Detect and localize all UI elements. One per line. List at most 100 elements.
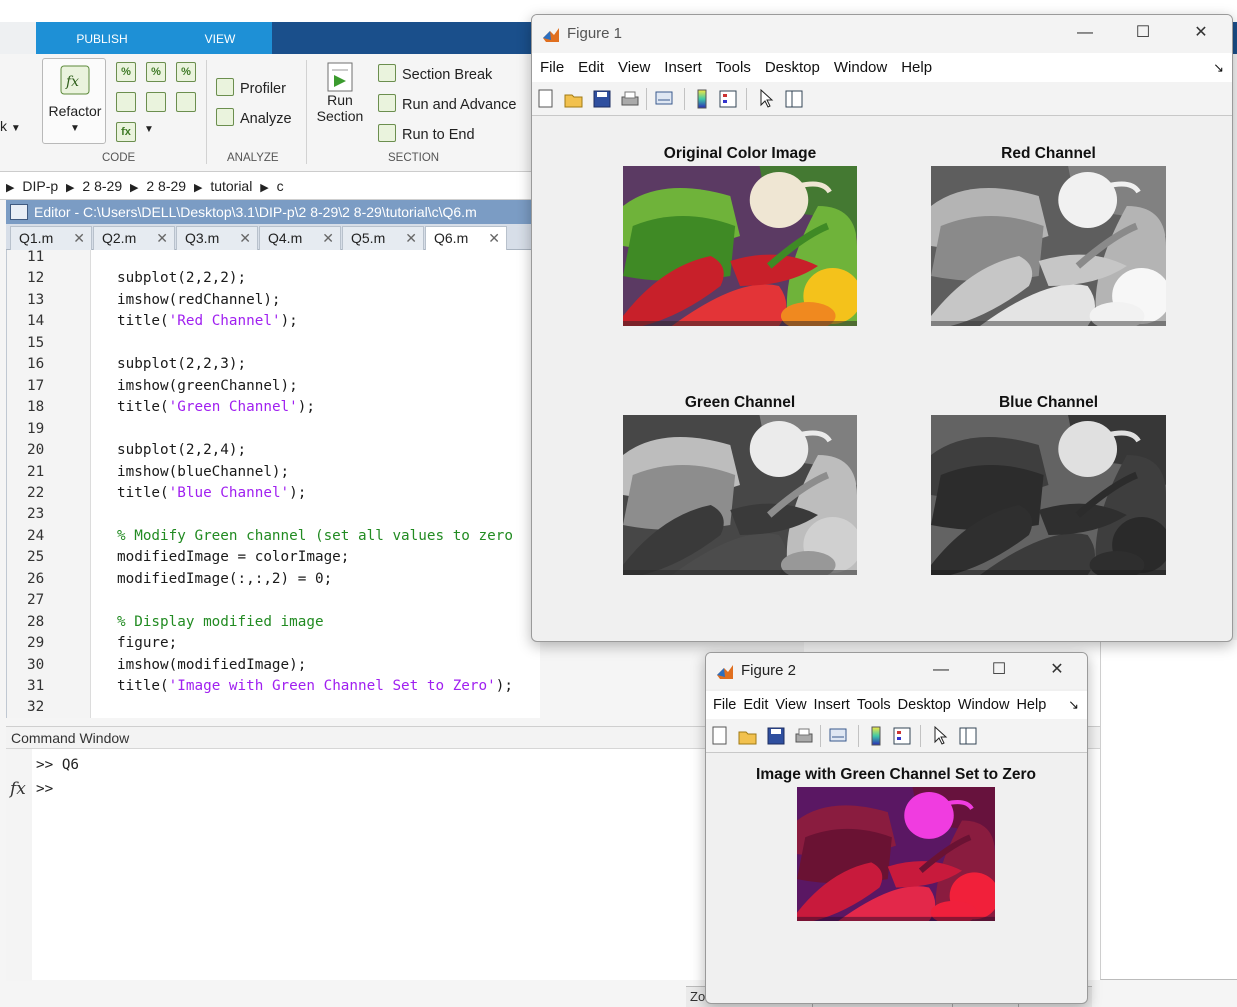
tab-close-icon[interactable]: ✕ [73,227,85,249]
uncomment-percent-icon[interactable]: % [146,62,166,82]
axes-image-green[interactable] [623,415,857,575]
section-break-button[interactable]: Section Break [378,64,492,83]
code-line[interactable]: 20 subplot(2,2,4); [7,440,541,462]
code-line[interactable]: 19 [7,419,541,441]
dock-figure-icon[interactable]: ↘ [1068,691,1079,719]
minimize-icon[interactable]: — [1062,15,1108,51]
ribbon-tab-editor-active[interactable] [0,22,36,54]
code-line[interactable]: 23 [7,504,541,526]
code-line[interactable]: 27 [7,590,541,612]
close-icon[interactable]: ✕ [1178,15,1224,51]
menu-help[interactable]: Help [1016,691,1046,719]
ribbon-tab-view[interactable]: VIEW [168,22,272,54]
property-inspector-icon[interactable] [958,726,978,746]
colorbar-icon[interactable] [692,89,712,109]
link-plot-icon[interactable] [828,726,848,746]
function-fx-icon[interactable]: fx [116,122,136,142]
print-icon[interactable] [794,726,814,746]
maximize-icon[interactable]: ☐ [1120,15,1166,51]
code-line[interactable]: 24 % Modify Green channel (set all values… [7,526,541,548]
axes-image-color[interactable] [623,166,857,326]
ribbon-tab-publish[interactable]: PUBLISH [36,22,168,54]
link-plot-icon[interactable] [654,89,674,109]
wrap-comments-icon[interactable]: % [176,62,196,82]
indent-decrease-icon[interactable] [176,92,196,112]
indent-increase-icon[interactable] [146,92,166,112]
pointer-arrow-icon[interactable] [756,89,776,109]
new-figure-icon[interactable] [710,726,730,746]
breadcrumb-item[interactable]: DIP-p [22,178,58,194]
code-dropdown-icon[interactable]: ▼ [144,124,154,135]
axes-image-blue[interactable] [931,415,1166,575]
menu-view[interactable]: View [775,691,806,719]
code-line[interactable]: 31 title('Image with Green Channel Set to… [7,676,541,698]
dock-figure-icon[interactable]: ↘ [1213,53,1224,82]
code-line[interactable]: 26 modifiedImage(:,:,2) = 0; [7,569,541,591]
code-line[interactable]: 32 [7,697,541,719]
menu-file[interactable]: File [713,691,736,719]
menu-edit[interactable]: Edit [743,691,768,719]
figure-2-titlebar[interactable]: Figure 2 — ☐ ✕ [706,653,1087,689]
code-line[interactable]: 30 imshow(modifiedImage); [7,655,541,677]
run-section-button[interactable]: Run Section [312,62,368,124]
profiler-button[interactable]: Profiler [216,78,286,97]
tab-close-icon[interactable]: ✕ [405,227,417,249]
figure-1-titlebar[interactable]: Figure 1 — ☐ ✕ [532,15,1232,53]
code-line[interactable]: 15 [7,333,541,355]
figure-1-window[interactable]: Figure 1 — ☐ ✕ File Edit View Insert Tools De… [531,14,1233,642]
menu-tools[interactable]: Tools [716,53,751,82]
save-icon[interactable] [592,89,612,109]
minimize-icon[interactable]: — [918,653,964,687]
save-icon[interactable] [766,726,786,746]
tab-close-icon[interactable]: ✕ [488,227,500,249]
colorbar-icon[interactable] [866,726,886,746]
print-icon[interactable] [620,89,640,109]
code-line[interactable]: 18 title('Green Channel'); [7,397,541,419]
menu-desktop[interactable]: Desktop [898,691,951,719]
menu-view[interactable]: View [618,53,650,82]
axes-image-nogreen[interactable] [797,787,995,921]
menu-desktop[interactable]: Desktop [765,53,820,82]
legend-icon[interactable] [718,89,738,109]
menu-insert[interactable]: Insert [814,691,850,719]
maximize-icon[interactable]: ☐ [976,653,1022,687]
breadcrumb-item[interactable]: 2 8-29 [82,178,122,194]
tab-close-icon[interactable]: ✕ [322,227,334,249]
run-to-end-button[interactable]: Run to End [378,124,475,143]
axes-image-red[interactable] [931,166,1166,326]
fx-function-browser-icon[interactable]: fx [10,779,26,799]
open-file-icon[interactable] [738,726,758,746]
command-prompt[interactable]: >> [36,781,53,797]
code-line[interactable]: 13 imshow(redChannel); [7,290,541,312]
menu-edit[interactable]: Edit [578,53,604,82]
code-line[interactable]: 11 [7,247,541,269]
menu-tools[interactable]: Tools [857,691,891,719]
code-line[interactable]: 16 subplot(2,2,3); [7,354,541,376]
menu-file[interactable]: File [540,53,564,82]
new-figure-icon[interactable] [536,89,556,109]
open-file-icon[interactable] [564,89,584,109]
code-line[interactable]: 17 imshow(greenChannel); [7,376,541,398]
code-line[interactable]: 28 % Display modified image [7,612,541,634]
close-icon[interactable]: ✕ [1034,653,1080,687]
breadcrumb-item[interactable]: tutorial [210,178,252,194]
breadcrumb-item[interactable]: c [277,178,284,194]
menu-window[interactable]: Window [958,691,1010,719]
code-line[interactable]: 12 subplot(2,2,2); [7,268,541,290]
tab-close-icon[interactable]: ✕ [156,227,168,249]
indent-smart-icon[interactable] [116,92,136,112]
code-line[interactable]: 25 modifiedImage = colorImage; [7,547,541,569]
analyze-button[interactable]: Analyze [216,108,292,127]
tab-close-icon[interactable]: ✕ [239,227,251,249]
code-line[interactable]: 21 imshow(blueChannel); [7,462,541,484]
code-editor[interactable]: 11 12 subplot(2,2,2); 13 imshow(redChannel);… [6,247,541,719]
code-line[interactable]: 29 figure; [7,633,541,655]
figure-2-window[interactable]: Figure 2 — ☐ ✕ File Edit View Insert Tools De… [705,652,1088,1004]
legend-icon[interactable] [892,726,912,746]
comment-percent-icon[interactable]: % [116,62,136,82]
refactor-button[interactable]: fx Refactor ▼ [42,58,106,144]
ribbon-cut-label[interactable]: k ▼ [0,118,21,134]
menu-help[interactable]: Help [901,53,932,82]
code-line[interactable]: 22 title('Blue Channel'); [7,483,541,505]
property-inspector-icon[interactable] [784,89,804,109]
